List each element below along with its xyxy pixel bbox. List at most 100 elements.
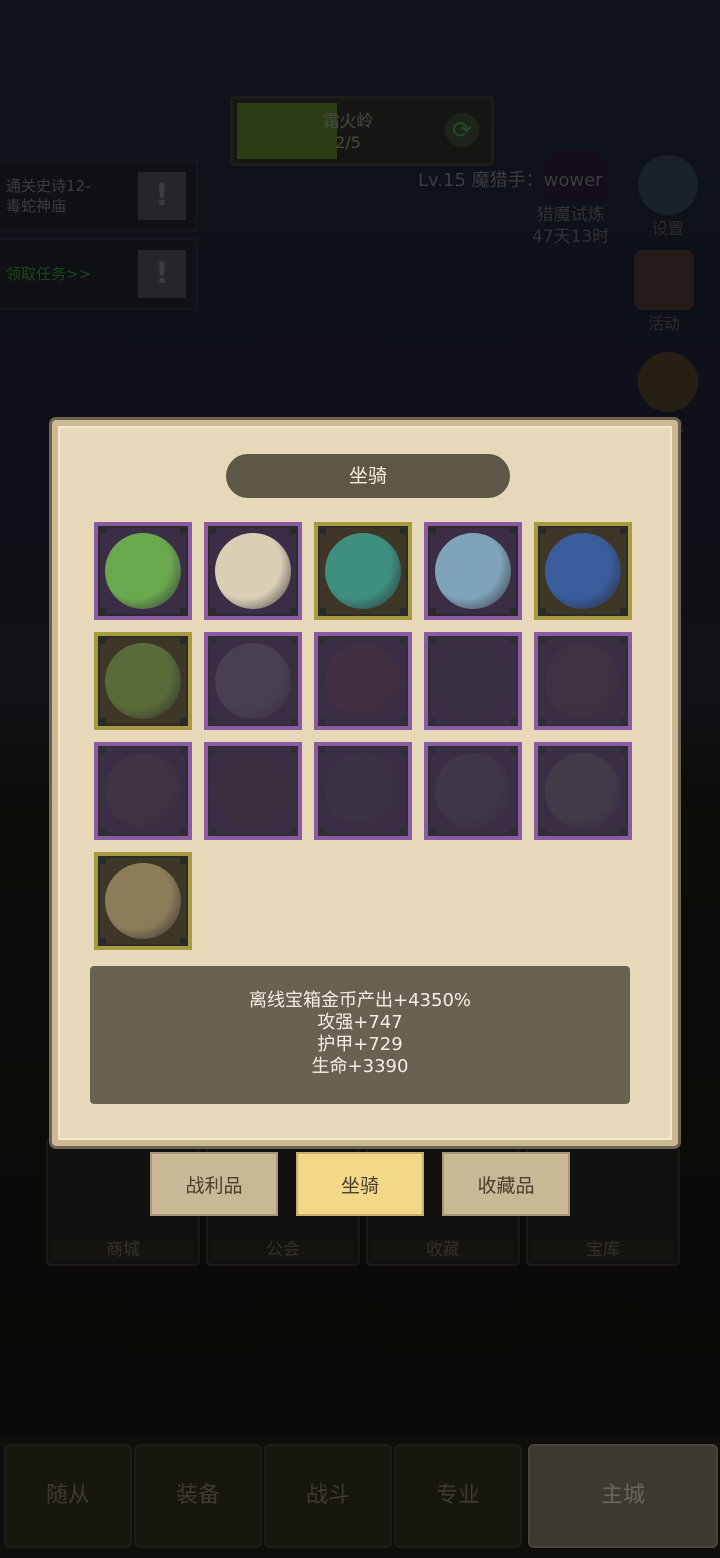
slot-corner [540,828,546,834]
slot-corner [620,528,626,534]
mount-portrait-icon [545,643,621,719]
mount-slot[interactable] [314,522,412,620]
game-screen: 霜火岭 2/5 ⟳ Lv.15 魔猎手：wower 猎魔试炼 47天13时 通关… [0,0,720,1558]
slot-corner [510,528,516,534]
slot-corner [400,528,406,534]
slot-corner [100,608,106,614]
slot-corner [320,718,326,724]
slot-corner [320,638,326,644]
slot-corner [400,748,406,754]
stat-line: 生命+3390 [311,1056,409,1077]
slot-corner [430,638,436,644]
mount-slot[interactable] [424,742,522,840]
slot-corner [620,748,626,754]
mount-portrait-icon [435,753,511,829]
nav-profession[interactable]: 专业 [394,1444,522,1548]
slot-corner [620,608,626,614]
tab-loot[interactable]: 战利品 [150,1152,278,1216]
mount-portrait-icon [105,533,181,609]
stats-panel: 离线宝箱金币产出+4350% 攻强+747 护甲+729 生命+3390 [90,966,630,1104]
slot-corner [540,638,546,644]
slot-corner [290,638,296,644]
slot-corner [540,608,546,614]
slot-corner [100,638,106,644]
slot-corner [400,828,406,834]
mount-slot[interactable] [204,742,302,840]
slot-corner [210,638,216,644]
slot-corner [290,528,296,534]
mount-slot[interactable] [204,632,302,730]
modal-title: 坐骑 [226,454,510,498]
slot-corner [290,748,296,754]
mount-slot[interactable] [94,742,192,840]
slot-corner [540,718,546,724]
mount-slot[interactable] [534,742,632,840]
slot-corner [180,718,186,724]
slot-corner [180,858,186,864]
slot-corner [180,938,186,944]
mount-portrait-icon [435,533,511,609]
nav-battle[interactable]: 战斗 [264,1444,392,1548]
slot-corner [100,858,106,864]
slot-corner [180,638,186,644]
mount-slot[interactable] [94,632,192,730]
slot-corner [210,608,216,614]
slot-corner [290,718,296,724]
slot-corner [100,748,106,754]
stat-line: 离线宝箱金币产出+4350% [249,990,471,1011]
slot-corner [510,828,516,834]
slot-corner [100,938,106,944]
slot-corner [400,718,406,724]
tab-collectibles[interactable]: 收藏品 [442,1152,570,1216]
mount-slot[interactable] [424,632,522,730]
mount-slot[interactable] [314,632,412,730]
slot-corner [210,718,216,724]
slot-corner [290,608,296,614]
slot-corner [620,638,626,644]
slot-corner [430,748,436,754]
slot-corner [320,828,326,834]
slot-corner [180,528,186,534]
slot-corner [540,528,546,534]
nav-main-city[interactable]: 主城 [528,1444,718,1548]
stat-line: 护甲+729 [317,1034,403,1055]
slot-corner [100,528,106,534]
slot-corner [290,828,296,834]
slot-corner [320,748,326,754]
nav-followers[interactable]: 随从 [4,1444,132,1548]
mount-portrait-icon [325,643,401,719]
slot-corner [210,748,216,754]
mount-slot[interactable] [94,852,192,950]
mount-slot[interactable] [534,632,632,730]
mount-slot[interactable] [204,522,302,620]
stat-line: 攻强+747 [317,1012,403,1033]
slot-corner [430,608,436,614]
slot-corner [510,608,516,614]
slot-corner [510,638,516,644]
mount-portrait-icon [215,753,291,829]
mount-slot[interactable] [314,742,412,840]
mount-portrait-icon [105,753,181,829]
slot-corner [100,828,106,834]
slot-corner [180,608,186,614]
slot-corner [210,828,216,834]
slot-corner [100,718,106,724]
slot-corner [320,608,326,614]
mount-slot[interactable] [534,522,632,620]
slot-corner [510,748,516,754]
nav-equipment[interactable]: 装备 [134,1444,262,1548]
slot-corner [210,528,216,534]
slot-corner [180,748,186,754]
mount-slot[interactable] [424,522,522,620]
slot-corner [400,638,406,644]
mount-portrait-icon [105,643,181,719]
slot-corner [430,528,436,534]
tab-mount[interactable]: 坐骑 [296,1152,424,1216]
mount-slot[interactable] [94,522,192,620]
slot-corner [320,528,326,534]
slot-corner [400,608,406,614]
mount-modal: 坐骑 离线宝箱金币产出+4350% 攻强+747 护甲+729 生命+3390 [52,420,678,1146]
mount-portrait-icon [545,753,621,829]
slot-corner [430,718,436,724]
mount-portrait-icon [325,533,401,609]
